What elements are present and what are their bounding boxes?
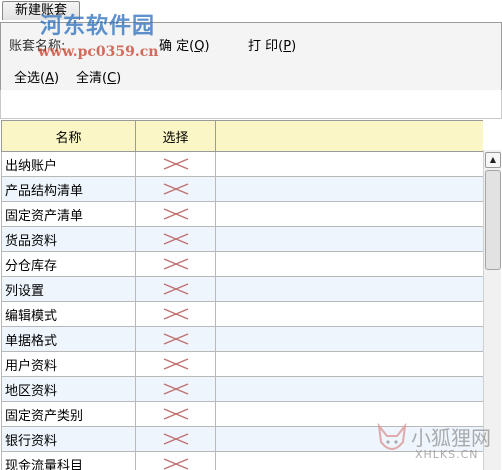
blank-panel [0,90,502,119]
row-select-cell[interactable] [135,226,216,252]
row-select-cell[interactable] [135,326,216,352]
row-name-cell: 出纳账户 [1,151,136,177]
confirm-button-close: ) [204,39,210,54]
row-select-cell[interactable] [135,451,216,470]
table-header-row: 名称 选择 [1,120,483,152]
scroll-thumb[interactable] [485,170,501,270]
unchecked-x-icon [163,433,188,445]
row-select-cell[interactable] [135,426,216,452]
clear-all-button[interactable]: 全清(C) [76,67,121,86]
row-select-cell[interactable] [135,401,216,427]
unchecked-x-icon [163,333,188,345]
print-button[interactable]: 打 印(P) [248,35,296,54]
row-blank-cell [215,376,483,402]
row-blank-cell [215,201,483,227]
row-select-cell[interactable] [135,251,216,277]
row-blank-cell [215,351,483,377]
row-blank-cell [215,326,483,352]
row-select-cell[interactable] [135,301,216,327]
confirm-button-text: 确 定( [159,39,195,54]
watermark-fox-cn: 小狐狸网 [411,426,491,450]
unchecked-x-icon [163,258,188,270]
scroll-up-arrow[interactable]: ▲ [485,152,501,168]
row-select-cell[interactable] [135,276,216,302]
select-all-close: ) [53,71,60,86]
table-row[interactable]: 用户资料 [1,351,483,377]
row-name-cell: 地区资料 [1,376,136,402]
unchecked-x-icon [163,158,188,170]
print-button-key: P [283,39,292,54]
module-grid: 名称 选择 出纳账户 产品结构清单 固定资产清单 货品资料 分仓库存 列设置 编辑模式 单据格… [1,120,483,470]
row-select-cell[interactable] [135,201,216,227]
select-all-button[interactable]: 全选(A) [14,67,59,86]
unchecked-x-icon [163,408,188,420]
table-row[interactable]: 单据格式 [1,326,483,352]
row-name-cell: 固定资产清单 [1,201,136,227]
column-header-name: 名称 [1,120,136,152]
row-blank-cell [215,251,483,277]
column-header-blank [215,120,483,152]
column-header-select: 选择 [135,120,216,152]
row-name-cell: 分仓库存 [1,251,136,277]
unchecked-x-icon [163,308,188,320]
unchecked-x-icon [163,208,188,220]
confirm-button-key: Q [194,39,205,54]
unchecked-x-icon [163,233,188,245]
table-row[interactable]: 地区资料 [1,376,483,402]
row-name-cell: 银行资料 [1,426,136,452]
row-select-cell[interactable] [135,176,216,202]
print-button-text: 打 印( [248,39,284,54]
row-blank-cell [215,176,483,202]
table-row[interactable]: 固定资产清单 [1,201,483,227]
row-blank-cell [215,151,483,177]
row-name-cell: 编辑模式 [1,301,136,327]
table-row[interactable]: 出纳账户 [1,151,483,177]
row-name-cell: 列设置 [1,276,136,302]
row-name-cell: 用户资料 [1,351,136,377]
select-all-key: A [45,71,54,86]
watermark-fox: 小狐狸网 XHLKS.CN [375,420,495,466]
unchecked-x-icon [163,283,188,295]
clear-all-close: ) [116,71,122,86]
unchecked-x-icon [163,183,188,195]
row-name-cell: 固定资产类别 [1,401,136,427]
table-row[interactable]: 分仓库存 [1,251,483,277]
row-blank-cell [215,226,483,252]
table-row[interactable]: 货品资料 [1,226,483,252]
row-select-cell[interactable] [135,151,216,177]
row-select-cell[interactable] [135,376,216,402]
select-all-text: 全选( [14,71,46,86]
table-row[interactable]: 列设置 [1,276,483,302]
unchecked-x-icon [163,458,188,470]
row-select-cell[interactable] [135,351,216,377]
row-name-cell: 产品结构清单 [1,176,136,202]
clear-all-text: 全清( [76,71,108,86]
table-row[interactable]: 编辑模式 [1,301,483,327]
unchecked-x-icon [163,383,188,395]
fox-logo-icon [377,422,407,450]
table-row[interactable]: 产品结构清单 [1,176,483,202]
module-table: 名称 选择 出纳账户 产品结构清单 固定资产清单 货品资料 分仓库存 列设置 编辑模式 单据格… [1,120,483,470]
row-name-cell: 单据格式 [1,326,136,352]
watermark-fox-en: XHLKS.CN [415,448,479,461]
row-name-cell: 货品资料 [1,226,136,252]
row-name-cell: 现金流量科目 [1,451,136,470]
row-blank-cell [215,276,483,302]
row-blank-cell [215,301,483,327]
watermark-site-name: 河东软件园 [40,14,156,39]
watermark-site-url: www.pc0359.cn [38,44,159,60]
unchecked-x-icon [163,358,188,370]
clear-all-key: C [107,71,117,86]
confirm-button[interactable]: 确 定(Q) [159,35,210,54]
print-button-close: ) [291,39,297,54]
